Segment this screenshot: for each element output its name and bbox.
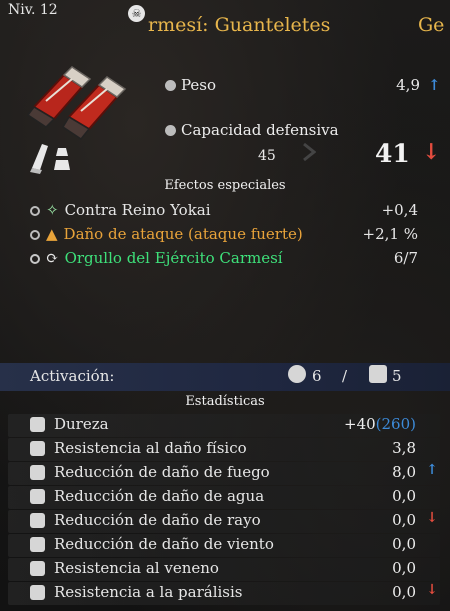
stat-value: +40(260) (344, 415, 416, 433)
poison-icon (30, 561, 45, 576)
effect-item: ✧ Contra Reino Yokai (30, 201, 211, 219)
down-arrow-icon: ↓ (426, 582, 438, 598)
defense-old-value: 45 (258, 148, 276, 164)
stat-row: Dureza +40(260) (8, 414, 440, 437)
effect-marker-icon: ✧ (46, 201, 59, 219)
stat-value: 0,0 (392, 559, 416, 577)
effect-value: 6/7 (393, 249, 418, 267)
stat-row: Resistencia al daño físico 3,8 (8, 438, 440, 461)
stat-label: Reducción de daño de rayo (54, 511, 261, 529)
defense-down-arrow: ↓ (422, 139, 441, 165)
effect-label: Orgullo del Ejército Carmesí (64, 249, 283, 267)
effect-item: ⟳ Orgullo del Ejército Carmesí (30, 249, 283, 267)
stat-row: Reducción de daño de viento 0,0 (8, 534, 440, 557)
stat-label: Reducción de daño de viento (54, 535, 274, 553)
stat-row: Reducción de daño de agua 0,0 (8, 486, 440, 509)
effect-label: Daño de ataque (ataque fuerte) (63, 225, 303, 243)
stat-label: Resistencia a la parálisis (54, 583, 243, 601)
armor-type-icon (30, 144, 70, 174)
chevron-right-icon (302, 142, 317, 162)
stat-value: 0,0 (392, 535, 416, 553)
stat-value-extra: (260) (375, 415, 416, 433)
stat-value: 8,0 (392, 463, 416, 481)
paralysis-icon (30, 585, 45, 600)
stat-value: 3,8 (392, 439, 416, 457)
stat-row: Resistencia a la parálisis 0,0 ↓ (8, 582, 440, 605)
wind-icon (30, 537, 45, 552)
effect-label: Contra Reino Yokai (64, 201, 211, 219)
activation-label: Activación: (30, 367, 115, 385)
weight-label: Peso (181, 76, 217, 94)
defense-new-value: 41 (375, 139, 410, 168)
defense-label: Capacidad defensiva (181, 121, 339, 139)
effect-item: ▲ Daño de ataque (ataque fuerte) (30, 225, 303, 243)
set-piece-icon (288, 365, 306, 383)
effect-marker-icon: ⟳ (46, 249, 59, 267)
effect-slot-icon (30, 230, 40, 240)
stat-row: Resistencia al veneno 0,0 (8, 558, 440, 581)
physical-resistance-icon (30, 441, 45, 456)
water-icon (30, 489, 45, 504)
defense-icon (165, 125, 176, 136)
gauntlets-icon (26, 66, 127, 141)
weight-icon (165, 80, 176, 91)
item-level: Niv. 12 (8, 2, 58, 18)
armor-set-icon (369, 365, 387, 383)
activation-separator: / (342, 367, 348, 385)
stat-label: Resistencia al veneno (54, 559, 219, 577)
activation-required: 5 (392, 367, 402, 385)
special-effects-heading: Efectos especiales (164, 178, 286, 193)
up-arrow-icon: ↑ (426, 462, 438, 478)
effect-slot-icon (30, 254, 40, 264)
stat-label: Reducción de daño de agua (54, 487, 265, 505)
stat-value: 0,0 (392, 511, 416, 529)
effect-marker-icon: ▲ (46, 225, 58, 243)
toughness-icon (30, 417, 45, 432)
down-arrow-icon: ↓ (426, 510, 438, 526)
stat-row: Reducción de daño de rayo 0,0 ↓ (8, 510, 440, 533)
effect-value: +0,4 (381, 201, 418, 219)
special-effects-list: ✧ Contra Reino Yokai +0,4 ▲ Daño de ataque… (0, 198, 450, 274)
weight-value: 4,9 (396, 76, 420, 94)
stat-value: 0,0 (392, 583, 416, 601)
lightning-icon (30, 513, 45, 528)
stat-label: Reducción de daño de fuego (54, 463, 270, 481)
skull-icon: ☠ (128, 5, 145, 22)
stat-label: Dureza (54, 415, 109, 433)
stats-heading: Estadísticas (185, 394, 265, 409)
item-title-next: Ge (418, 14, 445, 36)
effect-value: +2,1 % (362, 225, 418, 243)
item-title: rmesí: Guanteletes (148, 14, 331, 36)
stat-value: 0,0 (392, 487, 416, 505)
effect-slot-icon (30, 206, 40, 216)
defense-row: Capacidad defensiva (165, 121, 339, 139)
weight-row: Peso (165, 76, 216, 94)
activation-current: 6 (312, 367, 322, 385)
weight-up-arrow: ↑ (428, 76, 441, 94)
stat-row: Reducción de daño de fuego 8,0 ↑ (8, 462, 440, 485)
stat-value-main: +40 (344, 415, 376, 433)
stat-label: Resistencia al daño físico (54, 439, 247, 457)
fire-icon (30, 465, 45, 480)
